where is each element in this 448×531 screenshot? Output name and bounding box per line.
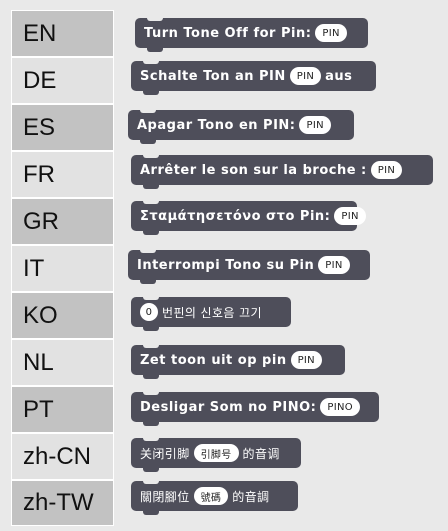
pin-input[interactable]: PIN: [334, 207, 366, 225]
pin-input[interactable]: 0: [140, 303, 158, 321]
pin-input[interactable]: PIN: [299, 116, 331, 134]
pin-input[interactable]: PIN: [289, 67, 322, 85]
pin-input[interactable]: PIN: [290, 351, 322, 369]
pin-input[interactable]: PIN: [315, 24, 347, 42]
block-text: 的音调: [242, 446, 280, 461]
block-text: Interrompi Tono su Pin: [137, 257, 315, 273]
block-text: Desligar Som no PINO:: [140, 399, 317, 415]
turn-tone-off-block-gr[interactable]: Σταμάτησετόνο στο Pin: PIN: [131, 200, 366, 235]
blocks-column: Turn Tone Off for Pin: PIN Schalte Ton an …: [0, 0, 448, 531]
turn-tone-off-block-de[interactable]: Schalte Ton an PIN PIN aus: [131, 60, 376, 95]
turn-tone-off-block-es[interactable]: Apagar Tono en PIN: PIN: [128, 109, 354, 144]
pin-input[interactable]: PIN: [370, 161, 403, 179]
pin-input[interactable]: 引脚号: [193, 444, 239, 462]
block-text: Zet toon uit op pin: [140, 352, 287, 368]
block-text: 关闭引脚: [140, 446, 190, 461]
turn-tone-off-block-ko[interactable]: 0 번핀의 신호음 끄기: [131, 296, 291, 331]
block-text: Schalte Ton an PIN: [140, 68, 286, 84]
turn-tone-off-block-zh-tw[interactable]: 關閉腳位 號碼 的音調: [131, 480, 298, 515]
block-text: 關閉腳位: [140, 489, 190, 504]
turn-tone-off-block-it[interactable]: Interrompi Tono su Pin PIN: [128, 249, 370, 284]
block-text: aus: [325, 68, 353, 84]
block-text: Arrêter le son sur la broche :: [140, 162, 367, 178]
turn-tone-off-block-en[interactable]: Turn Tone Off for Pin: PIN: [135, 17, 368, 52]
block-text: Apagar Tono en PIN:: [137, 117, 296, 133]
pin-input[interactable]: PINO: [320, 398, 360, 416]
block-text: Σταμάτησετόνο στο Pin:: [140, 208, 331, 224]
block-text: 的音調: [232, 489, 270, 504]
pin-input[interactable]: 號碼: [193, 487, 229, 505]
block-text: 번핀의 신호음 끄기: [162, 305, 262, 320]
turn-tone-off-block-zh-cn[interactable]: 关闭引脚 引脚号 的音调: [131, 437, 301, 472]
pin-input[interactable]: PIN: [318, 256, 350, 274]
turn-tone-off-block-fr[interactable]: Arrêter le son sur la broche : PIN: [131, 154, 433, 189]
turn-tone-off-block-pt[interactable]: Desligar Som no PINO: PINO: [131, 391, 379, 426]
block-text: Turn Tone Off for Pin:: [144, 25, 312, 41]
turn-tone-off-block-nl[interactable]: Zet toon uit op pin PIN: [131, 344, 345, 379]
